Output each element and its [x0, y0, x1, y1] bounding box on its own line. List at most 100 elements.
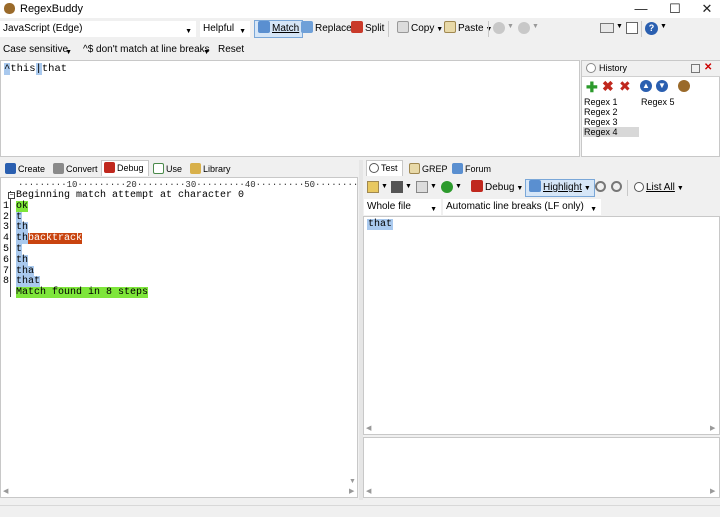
splitter[interactable] [359, 160, 363, 500]
debug-line-text: tha [16, 265, 35, 277]
debug-line-text: Match found in 8 steps [16, 287, 149, 299]
history-item[interactable]: Regex 5 [640, 97, 696, 107]
copy-icon[interactable] [416, 181, 428, 193]
scroll-right-arrow[interactable]: ▶ [349, 487, 354, 495]
right-tab-bar: Test GREP Forum [363, 160, 720, 177]
history-item[interactable]: Regex 2 [583, 107, 639, 117]
close-icon[interactable]: ✕ [704, 62, 712, 73]
tab-debug[interactable]: Debug [101, 160, 149, 176]
status-bar [0, 505, 720, 517]
debug-button[interactable]: Debug ▼ [467, 179, 527, 197]
history-header: History ✕ [582, 61, 720, 77]
search-icon [634, 182, 644, 192]
layout-icon[interactable] [600, 23, 614, 33]
tab-grep-label: GREP [422, 164, 448, 174]
regex-editor[interactable]: ^this|that [0, 60, 580, 157]
caret-value: ^$ don't match at line breaks [83, 44, 210, 55]
scroll-left-arrow[interactable]: ◀ [366, 424, 371, 432]
scroll-down-arrow[interactable]: ▼ [349, 478, 356, 485]
scope-value: Whole file [367, 201, 411, 212]
close-button[interactable]: ✕ [692, 0, 720, 18]
history-title: History [599, 63, 628, 73]
highlight-button[interactable]: Highlight ▼ [525, 179, 595, 197]
redo-icon[interactable] [518, 22, 530, 34]
regex-part1: this [10, 63, 36, 75]
scroll-right-arrow[interactable]: ▶ [710, 487, 715, 495]
reset-button[interactable]: Reset [218, 44, 244, 55]
split-icon [351, 21, 363, 33]
debug-line-text: t [16, 211, 23, 223]
delete-icon[interactable]: ✖ [602, 79, 614, 93]
highlight-label: Highlight [543, 182, 582, 193]
scope-dropdown[interactable]: Whole file ▼ [364, 199, 441, 215]
zoom-in-icon[interactable] [595, 181, 606, 192]
tab-grep[interactable]: GREP [406, 161, 453, 177]
minimize-button[interactable]: — [626, 0, 656, 18]
replace-icon [301, 21, 313, 33]
helpful-dropdown[interactable]: Helpful ▼ [200, 21, 250, 37]
help-icon[interactable]: ? [645, 22, 658, 35]
tab-library[interactable]: Library [187, 161, 236, 177]
magnifier-icon [258, 21, 270, 33]
go-icon[interactable] [441, 181, 453, 193]
chevron-down-icon: ▼ [507, 23, 514, 30]
tab-forum[interactable]: Forum [449, 161, 496, 177]
zoom-out-icon[interactable] [611, 181, 622, 192]
dock-icon[interactable] [691, 64, 700, 73]
regex-part2: that [41, 63, 68, 75]
chevron-down-icon: ▼ [65, 49, 72, 56]
move-down-icon[interactable]: ▼ [656, 80, 668, 92]
delete-all-icon[interactable]: ✖ [619, 79, 631, 93]
test-subject[interactable]: that ◀ ▶ [363, 216, 720, 435]
save-icon[interactable] [391, 181, 403, 193]
list-all-button[interactable]: List All ▼ [630, 179, 688, 197]
chevron-down-icon: ▼ [203, 49, 210, 56]
tab-convert[interactable]: Convert [50, 161, 103, 177]
main-toolbar: JavaScript (Edge) ▼ Helpful ▼ Match Replac… [0, 19, 720, 41]
toolbar-separator [627, 180, 628, 196]
debug-line-text: th [16, 254, 29, 266]
flavor-dropdown[interactable]: JavaScript (Edge) ▼ [0, 21, 196, 37]
chevron-down-icon: ▼ [430, 183, 437, 190]
regex-text[interactable]: ^this|that [4, 63, 67, 75]
move-up-icon[interactable]: ▲ [640, 80, 652, 92]
add-icon[interactable]: ✚ [586, 80, 598, 94]
toolbar-separator [488, 21, 489, 37]
options-toolbar: Case sensitive ▼ ^$ don't match at line b… [0, 41, 720, 59]
line-breaks-value: Automatic line breaks (LF only) [446, 201, 584, 212]
debug-line-text: t [16, 244, 23, 255]
history-item[interactable]: Regex 3 [583, 117, 639, 127]
tab-test[interactable]: Test [366, 160, 403, 176]
split-button[interactable]: Split [347, 20, 388, 38]
tab-create[interactable]: Create [2, 161, 50, 177]
tab-forum-label: Forum [465, 164, 492, 174]
scroll-left-arrow[interactable]: ◀ [366, 487, 371, 495]
match-button[interactable]: Match [254, 20, 304, 38]
case-dropdown[interactable]: Case sensitive ▼ [0, 42, 76, 58]
line-breaks-dropdown[interactable]: Automatic line breaks (LF only) ▼ [443, 199, 601, 215]
debug-line-text: ok [16, 200, 29, 212]
debug-output[interactable]: ·········10·········20·········30·······… [0, 177, 358, 498]
maximize-button[interactable]: ☐ [660, 0, 690, 18]
match-results-pane[interactable]: ◀ ▶ [363, 437, 720, 498]
history-item-selected[interactable]: Regex 4 [583, 127, 639, 137]
regexbuddy-icon [4, 3, 15, 14]
tab-test-label: Test [381, 163, 398, 173]
caret-dropdown[interactable]: ^$ don't match at line breaks ▼ [80, 42, 214, 58]
chevron-down-icon: ▼ [381, 183, 388, 190]
window-icon[interactable] [626, 22, 638, 34]
undo-icon[interactable] [493, 22, 505, 34]
debug-label: Debug [485, 182, 515, 193]
chevron-down-icon: ▼ [616, 23, 623, 30]
test-icon [369, 163, 379, 173]
magnifier-icon [529, 180, 541, 192]
open-file-icon[interactable] [367, 181, 379, 193]
chevron-down-icon: ▼ [455, 183, 462, 190]
history-item[interactable]: Regex 1 [583, 97, 639, 107]
buddy-icon[interactable] [678, 80, 690, 92]
scroll-right-arrow[interactable]: ▶ [710, 424, 715, 432]
scroll-left-arrow[interactable]: ◀ [3, 487, 8, 495]
debug-line-number: 1 [3, 200, 10, 212]
debug-icon [104, 162, 115, 173]
tab-use[interactable]: Use [150, 161, 187, 177]
